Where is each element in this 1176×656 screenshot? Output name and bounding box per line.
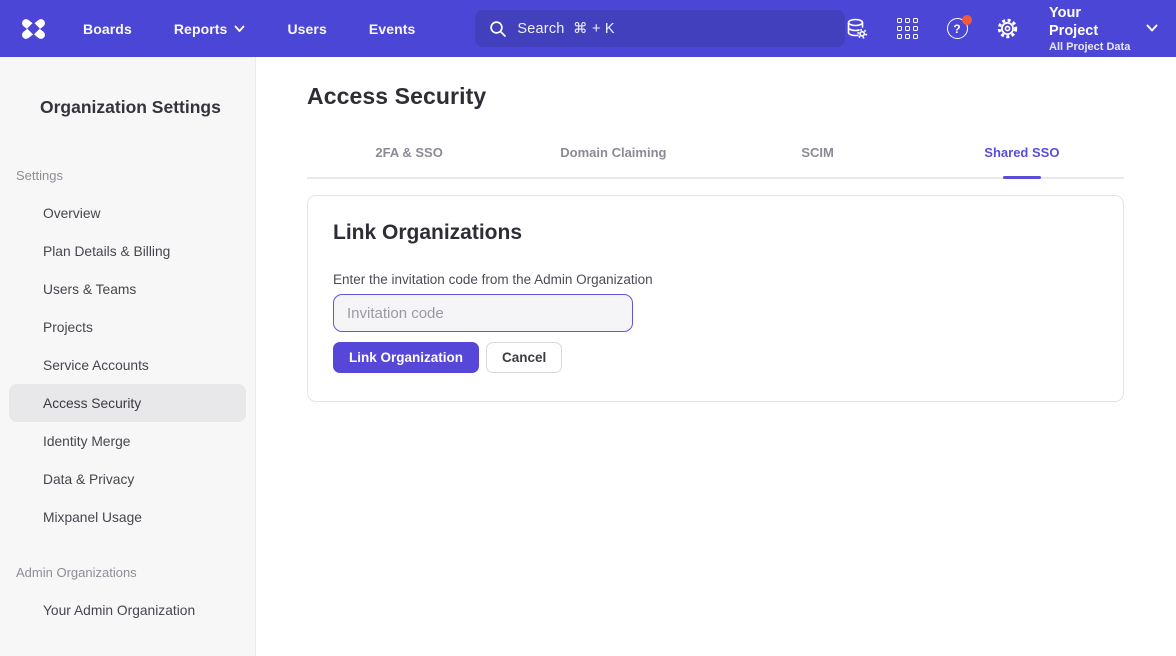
sidebar-item-mixpanel-usage[interactable]: Mixpanel Usage bbox=[9, 498, 246, 536]
top-navbar: Boards Reports Users Events Search ⌘ + K bbox=[0, 0, 1176, 57]
sidebar-title: Organization Settings bbox=[0, 97, 255, 118]
notification-dot bbox=[962, 15, 972, 25]
nav-item-reports[interactable]: Reports bbox=[174, 13, 246, 45]
sidebar-item-data-privacy[interactable]: Data & Privacy bbox=[9, 460, 246, 498]
sidebar-section-settings: Settings bbox=[0, 156, 255, 194]
search-icon bbox=[489, 20, 507, 38]
search-input[interactable]: Search ⌘ + K bbox=[475, 10, 845, 47]
project-name: Your Project bbox=[1049, 4, 1134, 40]
access-security-tabs: 2FA & SSO Domain Claiming SCIM Shared SS… bbox=[307, 135, 1124, 179]
tab-shared-sso[interactable]: Shared SSO bbox=[920, 135, 1124, 177]
button-row: Link Organization Cancel bbox=[333, 342, 1098, 373]
sidebar-item-projects[interactable]: Projects bbox=[9, 308, 246, 346]
mixpanel-logo-icon[interactable] bbox=[20, 17, 47, 40]
tab-scim[interactable]: SCIM bbox=[716, 135, 920, 177]
invitation-code-label: Enter the invitation code from the Admin… bbox=[333, 272, 1098, 287]
link-organization-button[interactable]: Link Organization bbox=[333, 342, 479, 373]
help-icon[interactable]: ? bbox=[945, 17, 969, 41]
data-management-icon[interactable] bbox=[845, 17, 869, 41]
link-organizations-card: Link Organizations Enter the invitation … bbox=[307, 195, 1124, 402]
search-placeholder: Search ⌘ + K bbox=[517, 21, 614, 37]
nav-item-boards[interactable]: Boards bbox=[83, 13, 132, 45]
sidebar-item-users-teams[interactable]: Users & Teams bbox=[9, 270, 246, 308]
card-title: Link Organizations bbox=[333, 221, 1098, 245]
nav-item-users[interactable]: Users bbox=[287, 13, 326, 45]
org-settings-sidebar: Organization Settings Settings Overview … bbox=[0, 57, 256, 656]
chevron-down-icon bbox=[234, 25, 245, 33]
project-switcher[interactable]: Your Project All Project Data bbox=[1049, 4, 1158, 54]
nav-item-events[interactable]: Events bbox=[369, 13, 416, 45]
sidebar-item-service-accounts[interactable]: Service Accounts bbox=[9, 346, 246, 384]
navbar-right-group: ? Your Project All Project Data bbox=[845, 4, 1158, 54]
nav-item-label: Events bbox=[369, 21, 416, 37]
chevron-down-icon bbox=[1146, 24, 1158, 33]
sidebar-item-access-security[interactable]: Access Security bbox=[9, 384, 246, 422]
sidebar-item-overview[interactable]: Overview bbox=[9, 194, 246, 232]
main-content: Access Security 2FA & SSO Domain Claimin… bbox=[256, 57, 1176, 656]
sidebar-item-plan-details-billing[interactable]: Plan Details & Billing bbox=[9, 232, 246, 270]
sidebar-section-admin-organizations: Admin Organizations bbox=[0, 553, 255, 591]
invitation-code-input[interactable] bbox=[333, 294, 633, 332]
page-title: Access Security bbox=[307, 83, 1124, 110]
project-scope: All Project Data bbox=[1049, 40, 1134, 54]
tab-2fa-sso[interactable]: 2FA & SSO bbox=[307, 135, 511, 177]
sidebar-item-your-admin-organization[interactable]: Your Admin Organization bbox=[9, 591, 246, 629]
cancel-button[interactable]: Cancel bbox=[486, 342, 562, 373]
nav-item-label: Boards bbox=[83, 21, 132, 37]
nav-item-label: Users bbox=[287, 21, 326, 37]
apps-grid-icon[interactable] bbox=[895, 17, 919, 41]
nav-item-label: Reports bbox=[174, 21, 228, 37]
sidebar-item-identity-merge[interactable]: Identity Merge bbox=[9, 422, 246, 460]
primary-nav: Boards Reports Users Events bbox=[83, 13, 457, 45]
settings-gear-icon[interactable] bbox=[995, 17, 1019, 41]
tab-domain-claiming[interactable]: Domain Claiming bbox=[511, 135, 715, 177]
